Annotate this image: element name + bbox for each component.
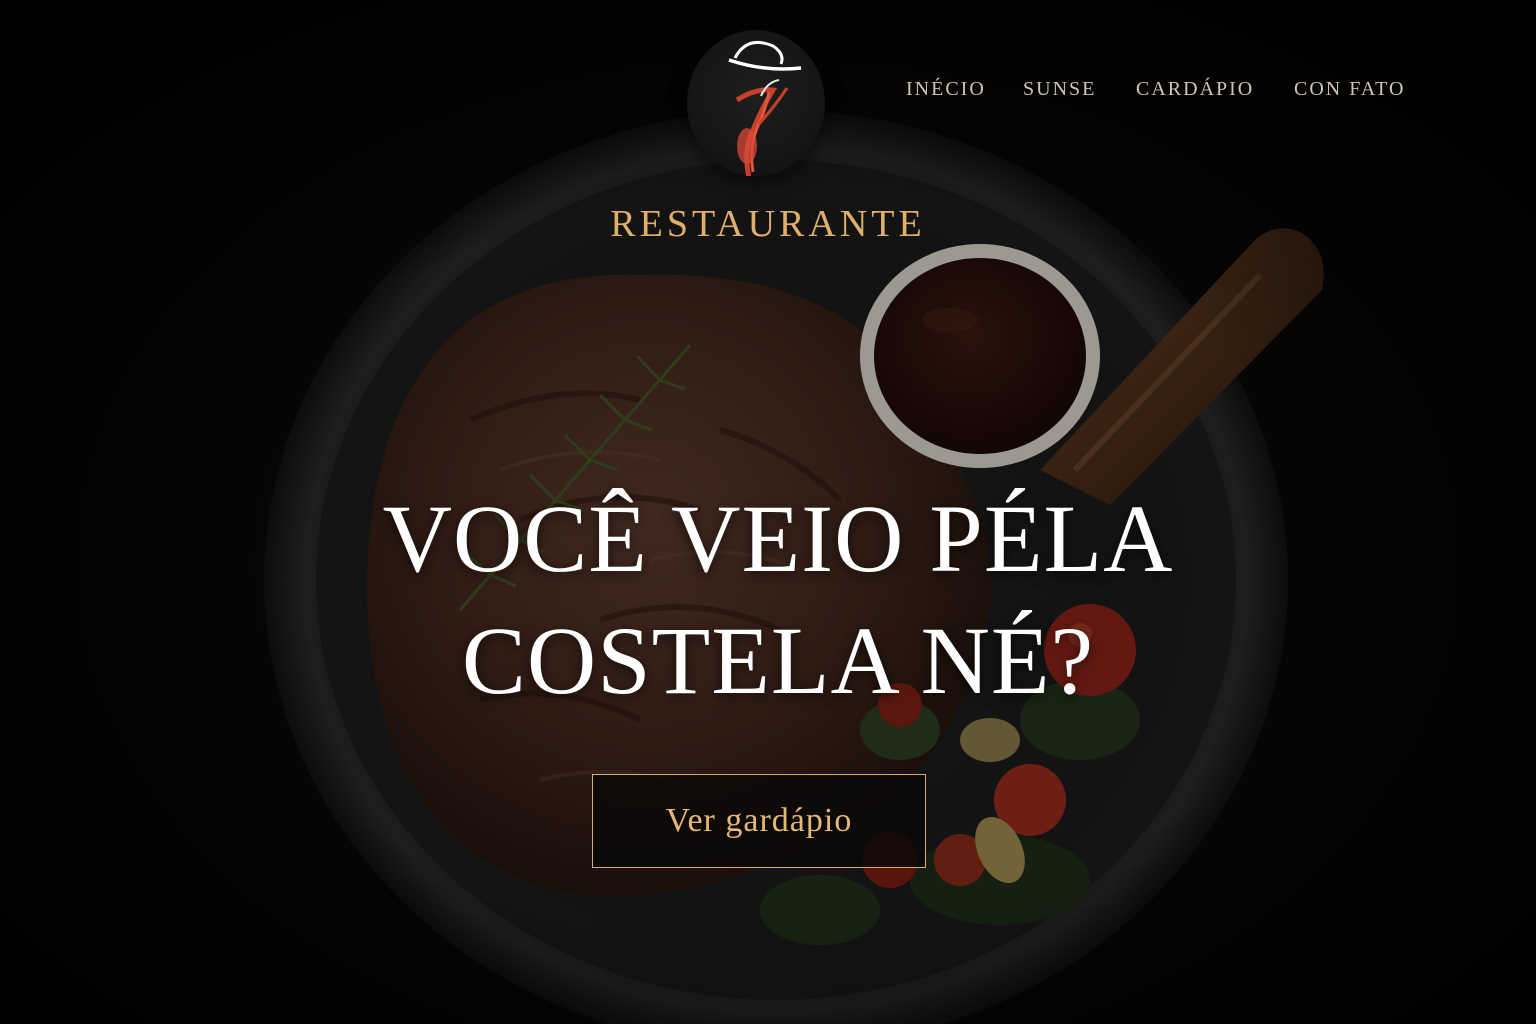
nav-item-sunse[interactable]: SUNSE	[1023, 78, 1096, 101]
hero-headline-line-1: VOCÊ VEIO PÉLA	[382, 485, 1174, 592]
nav-item-cardapio[interactable]: CARDÁPIO	[1136, 78, 1254, 101]
view-menu-button[interactable]: Ver gardápio	[592, 774, 926, 868]
hero-headline: VOCÊ VEIO PÉLA COSTELA NÉ?	[268, 478, 1288, 722]
nav-item-inicio[interactable]: INÉCIO	[906, 78, 986, 101]
hero-headline-line-2: COSTELA NÉ?	[461, 607, 1095, 714]
main-nav: INÉCIO SUNSE CARDÁPIO CON FATO	[0, 78, 1536, 104]
nav-item-contato[interactable]: CON FATO	[1294, 78, 1405, 101]
landing-page: INÉCIO SUNSE CARDÁPIO CON FATO RESTAURAN…	[0, 0, 1536, 1024]
brand-name: RESTAURANTE	[610, 203, 926, 245]
